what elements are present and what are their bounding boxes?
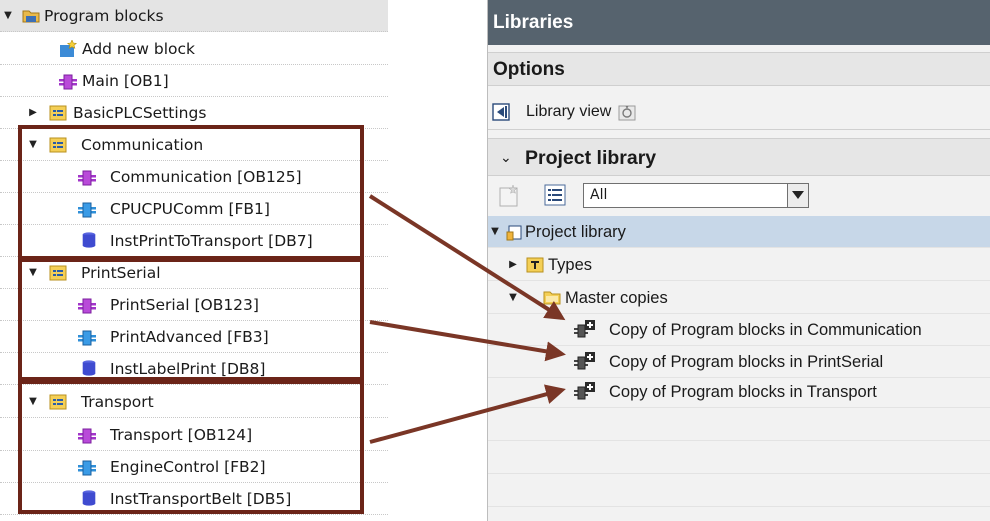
library-tree-label: Copy of Program blocks in PrintSerial xyxy=(609,353,884,371)
expand-triangle-icon[interactable]: ▼ xyxy=(489,226,501,237)
library-empty-row xyxy=(488,442,990,474)
library-tree-item-copy-transport[interactable]: Copy of Program blocks in Transport xyxy=(488,376,990,408)
library-empty-row xyxy=(488,475,990,507)
libraries-panel: Libraries Options Library view ⌄ Project… xyxy=(487,0,990,521)
collapse-triangle-icon[interactable]: ▶ xyxy=(507,259,519,270)
library-tree-label: Types xyxy=(548,256,593,274)
tree-item-main-ob1[interactable]: Main [OB1] xyxy=(0,65,388,97)
master-copies-folder-icon xyxy=(543,291,561,305)
tree-item-label: Main [OB1] xyxy=(82,71,169,90)
library-view-row: Library view xyxy=(488,94,990,130)
organization-block-icon xyxy=(59,74,77,90)
filter-dropdown-button[interactable] xyxy=(787,183,809,208)
group-folder-icon xyxy=(49,105,67,121)
library-tree-item-project-library[interactable]: ▼ Project library xyxy=(488,216,990,248)
tree-item-label: BasicPLCSettings xyxy=(73,103,207,122)
library-tree-label: Copy of Program blocks in Transport xyxy=(609,383,877,401)
types-folder-icon xyxy=(526,257,544,273)
library-empty-row xyxy=(488,409,990,441)
project-library-header-label: Project library xyxy=(525,147,657,169)
project-library-toolbar: All xyxy=(488,178,990,214)
program-blocks-folder-icon xyxy=(22,10,40,23)
library-view-button[interactable]: Library view xyxy=(526,94,611,130)
project-tree: ▼ Program blocks Add new block Main [OB1… xyxy=(0,0,388,521)
master-copy-icon xyxy=(574,352,595,370)
collapse-triangle-icon[interactable]: ▶ xyxy=(27,107,39,118)
master-copy-icon xyxy=(574,320,595,338)
tree-item-add-new-block[interactable]: Add new block xyxy=(0,33,388,65)
library-tree-label: Project library xyxy=(525,223,626,241)
details-view-icon[interactable] xyxy=(544,184,566,206)
library-tree-item-types[interactable]: ▶ Types xyxy=(488,249,990,281)
library-tree-label: Master copies xyxy=(565,289,668,307)
library-tree-item-copy-communication[interactable]: Copy of Program blocks in Communication xyxy=(488,314,990,346)
master-copy-icon xyxy=(574,382,595,400)
highlight-box-communication xyxy=(18,125,364,260)
tree-item-label: Program blocks xyxy=(44,6,164,25)
library-tree-label: Copy of Program blocks in Communication xyxy=(609,321,922,339)
project-library-icon xyxy=(506,225,522,241)
add-new-block-icon xyxy=(60,40,77,57)
library-filter-select[interactable]: All xyxy=(583,183,809,208)
highlight-box-printserial xyxy=(18,258,364,381)
library-filter-value: All xyxy=(590,187,608,203)
expand-triangle-icon[interactable]: ▼ xyxy=(507,292,519,303)
library-view-toggle-icon[interactable] xyxy=(492,103,510,121)
chevron-down-icon[interactable]: ⌄ xyxy=(500,139,512,177)
open-global-library-icon[interactable] xyxy=(617,102,637,122)
expand-triangle-icon[interactable]: ▼ xyxy=(2,10,14,21)
new-folder-icon[interactable] xyxy=(498,184,520,208)
project-library-section-header[interactable]: ⌄ Project library xyxy=(488,138,990,176)
options-section[interactable]: Options xyxy=(488,52,990,86)
libraries-title: Libraries xyxy=(488,0,990,45)
tree-item-program-blocks[interactable]: ▼ Program blocks xyxy=(0,0,388,32)
library-tree-item-copy-printserial[interactable]: Copy of Program blocks in PrintSerial xyxy=(488,346,990,378)
dropdown-arrow-icon xyxy=(792,191,804,199)
library-tree-item-master-copies[interactable]: ▼ Master copies xyxy=(488,282,990,314)
highlight-box-transport xyxy=(18,380,364,514)
tree-item-label: Add new block xyxy=(82,39,196,58)
